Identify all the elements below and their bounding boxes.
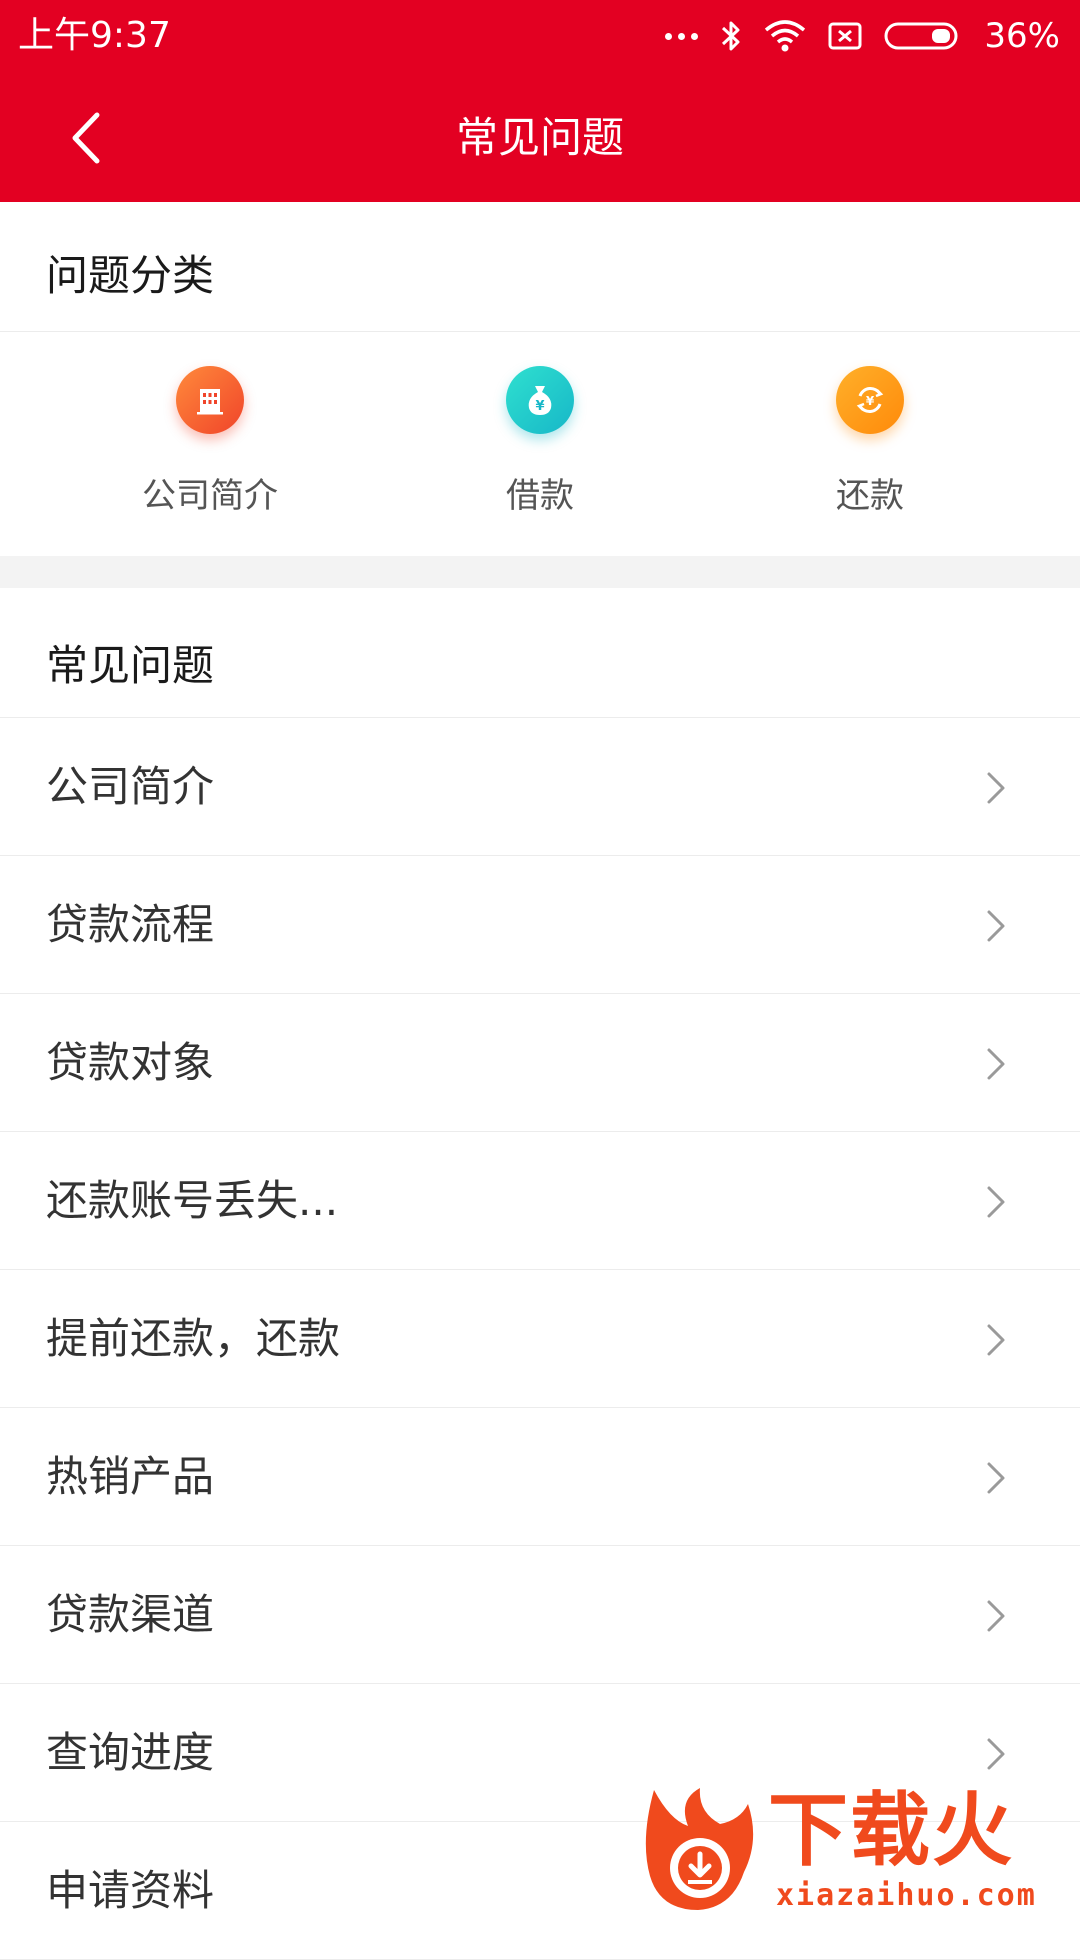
faq-item-label: 贷款对象: [46, 1038, 215, 1087]
chevron-right-icon: [987, 1324, 1005, 1356]
watermark-title: 下载火: [768, 1784, 1014, 1877]
category-repay[interactable]: ¥ 还款: [705, 332, 1035, 556]
status-icons: 36%: [665, 14, 1060, 58]
top-header: 上午9:37 36% 常见问题: [0, 0, 1080, 202]
category-label: 借款: [506, 476, 574, 516]
page-title: 常见问题: [455, 113, 624, 162]
category-section-header: 问题分类: [0, 202, 1080, 332]
chevron-right-icon: [987, 1738, 1005, 1770]
sim-off-icon: [828, 22, 862, 50]
status-bar: 上午9:37 36%: [0, 0, 1080, 74]
bluetooth-icon: [722, 21, 740, 51]
faq-item-label: 还款账号丢失...: [46, 1176, 339, 1225]
nav-bar: 常见问题: [0, 74, 1080, 202]
svg-text:¥: ¥: [866, 394, 875, 408]
faq-item-label: 公司简介: [46, 762, 215, 811]
faq-item-label: 热销产品: [46, 1452, 215, 1501]
category-section-title: 问题分类: [46, 251, 215, 300]
flame-logo-icon: [645, 1788, 754, 1910]
chevron-right-icon: [987, 910, 1005, 942]
faq-item-label: 提前还款，还款: [46, 1314, 341, 1363]
more-dots-icon: [665, 32, 699, 40]
category-grid: 公司简介 ¥ 借款 ¥ 还款: [0, 332, 1080, 556]
chevron-right-icon: [987, 772, 1005, 804]
wifi-icon: [765, 20, 806, 52]
faq-item-early-repay[interactable]: 提前还款，还款: [0, 1270, 1080, 1408]
watermark: 下载火 xiazaihuo.com: [640, 1780, 1080, 1920]
category-company[interactable]: 公司简介: [45, 332, 375, 556]
faq-section-title: 常见问题: [46, 641, 215, 690]
chevron-right-icon: [987, 1600, 1005, 1632]
chevron-right-icon: [987, 1462, 1005, 1494]
faq-item-label: 查询进度: [46, 1728, 215, 1777]
status-time: 上午9:37: [18, 15, 171, 56]
building-icon: [176, 366, 244, 434]
repay-cycle-icon: ¥: [836, 366, 904, 434]
faq-list: 公司简介 贷款流程 贷款对象 还款账号丢失... 提前还款，还款 热销产品 贷款…: [0, 718, 1080, 1960]
faq-item-label: 贷款流程: [46, 900, 215, 949]
faq-item-hot-products[interactable]: 热销产品: [0, 1408, 1080, 1546]
battery-percent: 36%: [984, 16, 1060, 56]
faq-item-lost-account[interactable]: 还款账号丢失...: [0, 1132, 1080, 1270]
category-label: 还款: [836, 476, 904, 516]
section-divider: [0, 556, 1080, 588]
faq-item-label: 申请资料: [46, 1866, 215, 1915]
battery-icon: [884, 22, 958, 50]
chevron-right-icon: [987, 1186, 1005, 1218]
faq-section-header: 常见问题: [0, 588, 1080, 718]
faq-item-loan-target[interactable]: 贷款对象: [0, 994, 1080, 1132]
watermark-domain: xiazaihuo.com: [776, 1878, 1037, 1913]
faq-item-label: 贷款渠道: [46, 1590, 215, 1639]
category-borrow[interactable]: ¥ 借款: [375, 332, 705, 556]
money-bag-icon: ¥: [506, 366, 574, 434]
faq-item-loan-channel[interactable]: 贷款渠道: [0, 1546, 1080, 1684]
svg-text:¥: ¥: [535, 399, 544, 414]
faq-item-company[interactable]: 公司简介: [0, 718, 1080, 856]
category-label: 公司简介: [142, 476, 278, 516]
chevron-right-icon: [987, 1048, 1005, 1080]
faq-item-loan-process[interactable]: 贷款流程: [0, 856, 1080, 994]
